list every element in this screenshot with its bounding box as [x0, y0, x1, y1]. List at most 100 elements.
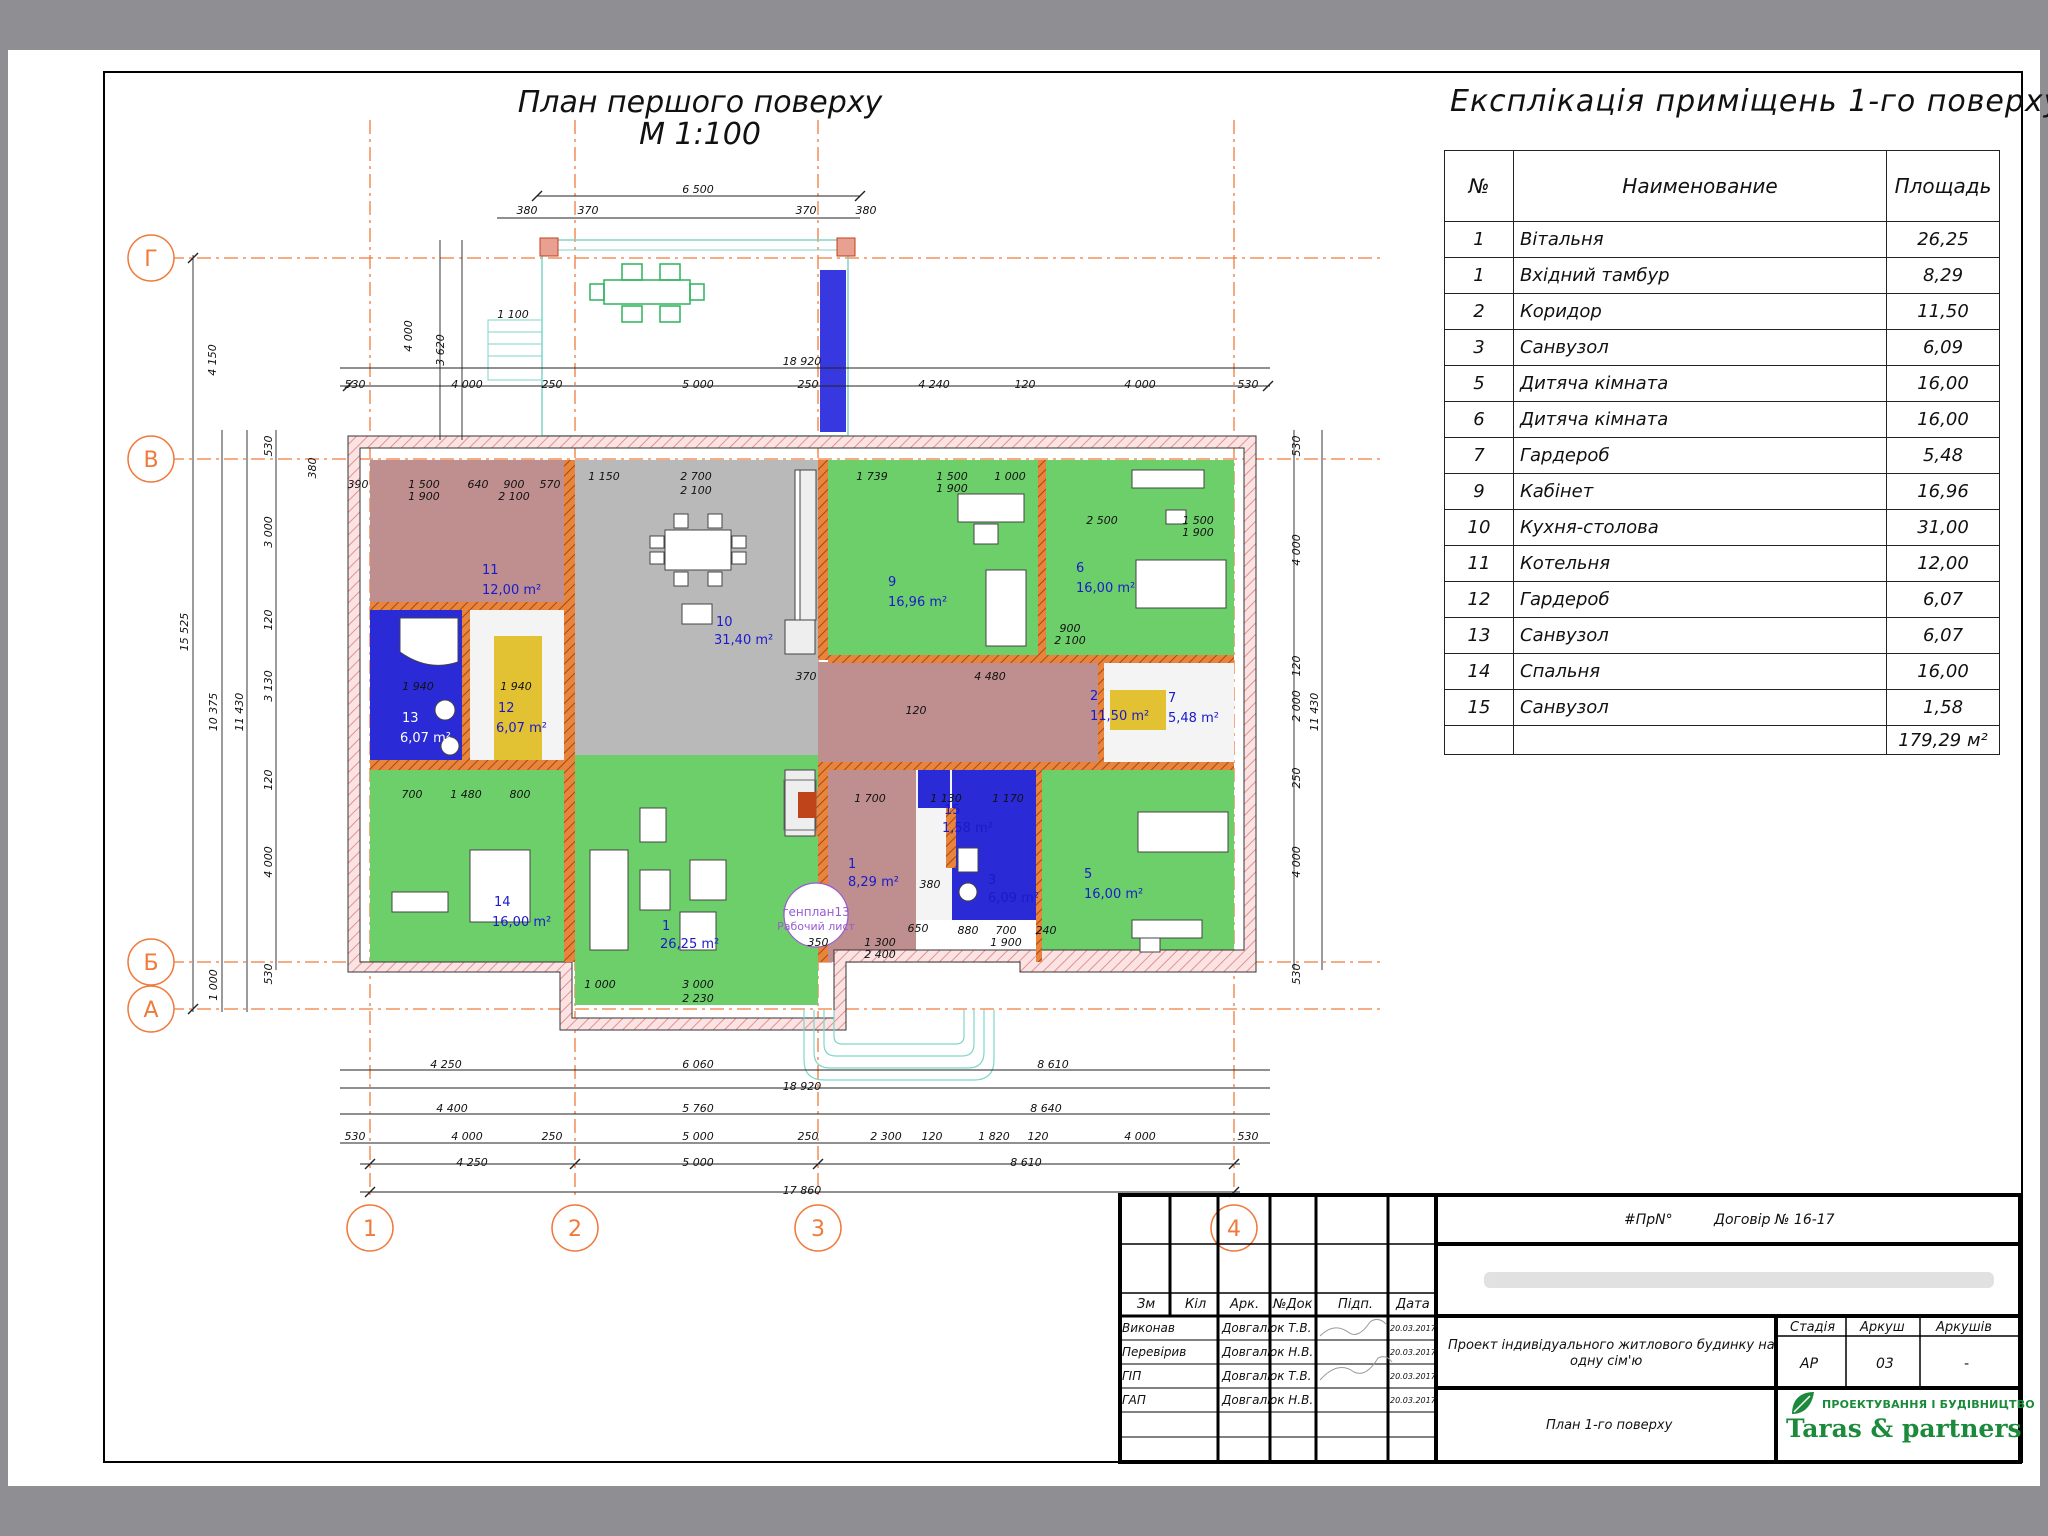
- terrace-bench: [820, 270, 846, 432]
- dim-label: 1 000: [207, 969, 220, 1001]
- signer-name: Довгалюк Н.В.: [1222, 1345, 1314, 1359]
- terrace-column: [836, 237, 856, 257]
- company-logo: ПРОЕКТУВАННЯ І БУДІВНИЦТВО Taras & partn…: [1782, 1390, 2035, 1462]
- signer-role: ГАП: [1122, 1393, 1146, 1407]
- dim-label: 1 700: [854, 792, 886, 805]
- dim-label: 1 150: [588, 470, 620, 483]
- explication-cell-name: Санвузол: [1513, 329, 1887, 366]
- explication-row: 5 Дитяча кімната 16,00: [1444, 365, 2000, 402]
- dim-label: 5 000: [682, 378, 714, 391]
- col-header-area: Площадь: [1886, 150, 2000, 222]
- dim-label: 2 100: [498, 490, 530, 503]
- room-area: 16,00 m²: [1084, 887, 1143, 902]
- signer-role: Виконав: [1122, 1321, 1175, 1335]
- drawing-name: План 1-го поверху: [1546, 1418, 1673, 1433]
- fireplace-core: [798, 792, 816, 818]
- project-code: #ПрN°: [1624, 1212, 1673, 1228]
- room-number: 1: [662, 919, 670, 934]
- signer-role: ГІП: [1122, 1369, 1142, 1383]
- dim-label: 800: [510, 788, 531, 801]
- dim-label: 530: [345, 1130, 366, 1143]
- dim-label: 2 100: [680, 484, 712, 497]
- dim-label: 1 900: [408, 490, 440, 503]
- dim-label: 2 230: [682, 992, 714, 1005]
- dim-label: 700: [402, 788, 423, 801]
- room-area: 31,40 m²: [714, 633, 773, 648]
- col-header-name: Наименование: [1513, 150, 1887, 222]
- stamp-line2: Рабочий лист: [777, 920, 855, 933]
- explication-cell-no: 7: [1444, 437, 1514, 474]
- signer-date: 20.03.2017: [1390, 1324, 1436, 1333]
- dim-label: 2 000: [1290, 690, 1303, 722]
- dim-label: 4 250: [456, 1156, 488, 1169]
- dim-label: 250: [798, 378, 819, 391]
- room-number: 6: [1076, 561, 1084, 576]
- signer-name: Довгалюк Н.В.: [1222, 1393, 1314, 1407]
- explication-total-row: 179,29 м²: [1444, 725, 2000, 755]
- plan-title: План першого поверху: [518, 85, 884, 120]
- explication-cell-no: 10: [1444, 509, 1514, 546]
- explication-cell-no: 9: [1444, 473, 1514, 510]
- room-area: 16,00 m²: [1076, 581, 1135, 596]
- dim-label: 120: [922, 1130, 943, 1143]
- explication-cell-area: 31,00: [1886, 509, 2000, 546]
- explication-row: 2 Коридор 11,50: [1444, 293, 2000, 330]
- tb-col-ark: Арк.: [1230, 1297, 1260, 1312]
- explication-cell-no: 11: [1444, 545, 1514, 582]
- explication-cell-no: 1: [1444, 257, 1514, 294]
- dim-label: 250: [542, 378, 563, 391]
- dim-label: 530: [345, 378, 366, 391]
- explication-row: 3 Санвузол 6,09: [1444, 329, 2000, 366]
- contract-number: Договір № 16-17: [1714, 1212, 1835, 1228]
- explication-cell-area: 16,00: [1886, 653, 2000, 690]
- dim-label: 8 610: [1010, 1156, 1042, 1169]
- axis-label-4: 4: [1227, 1217, 1241, 1242]
- explication-cell-no: 13: [1444, 617, 1514, 654]
- tb-col-kil: Кіл: [1185, 1297, 1207, 1312]
- dim-label: 370: [578, 204, 599, 217]
- dim-label: 380: [856, 204, 877, 217]
- dim-label: 2 100: [1054, 634, 1086, 647]
- dim-label: 4 400: [436, 1102, 468, 1115]
- explication-cell-name: Санвузол: [1513, 617, 1887, 654]
- room-area: 8,29 m²: [848, 875, 899, 890]
- room-number: 5: [1084, 867, 1092, 882]
- stage-value: АР: [1800, 1356, 1819, 1372]
- dim-label: 880: [958, 924, 979, 937]
- signer-date: 20.03.2017: [1390, 1348, 1436, 1357]
- explication-cell-no: 3: [1444, 329, 1514, 366]
- dim-label: 10 375: [207, 693, 220, 732]
- explication-row: 13 Санвузол 6,07: [1444, 617, 2000, 654]
- axis-label-g: Г: [144, 247, 157, 272]
- room-area: 5,48 m²: [1168, 711, 1219, 726]
- explication-cell-area: 16,96: [1886, 473, 2000, 510]
- dim-label: 530: [1290, 964, 1303, 985]
- explication-row: 7 Гардероб 5,48: [1444, 437, 2000, 474]
- dim-label: 4 250: [430, 1058, 462, 1071]
- explication-cell-area: 5,48: [1886, 437, 2000, 474]
- dim-label: 250: [1290, 768, 1303, 789]
- room-number: 13: [402, 711, 419, 726]
- dim-label: 2 700: [680, 470, 712, 483]
- dim-label: 120: [262, 610, 275, 631]
- explication-cell-name: Дитяча кімната: [1513, 365, 1887, 402]
- room-area: 26,25 m²: [660, 937, 719, 952]
- dim-label: 3 620: [434, 334, 447, 366]
- explication-cell-name: Вітальня: [1513, 221, 1887, 258]
- terrace-table: [589, 263, 705, 323]
- col-header-no: №: [1444, 150, 1514, 222]
- room-number: 1: [848, 857, 856, 872]
- dim-label: 650: [908, 922, 929, 935]
- signer-role: Перевірив: [1122, 1345, 1187, 1359]
- dim-label: 350: [808, 936, 829, 949]
- dim-label: 2 500: [1086, 514, 1118, 527]
- room-area: 12,00 m²: [482, 583, 541, 598]
- dim-label: 4 000: [1124, 1130, 1156, 1143]
- room-number: 12: [498, 701, 515, 716]
- explication-cell-area: 1,58: [1886, 689, 2000, 726]
- dim-label: 530: [1238, 1130, 1259, 1143]
- room-number: 11: [482, 563, 499, 578]
- dim-label: 4 150: [206, 344, 219, 376]
- explication-row: 9 Кабінет 16,96: [1444, 473, 2000, 510]
- dim-label: 4 000: [1124, 378, 1156, 391]
